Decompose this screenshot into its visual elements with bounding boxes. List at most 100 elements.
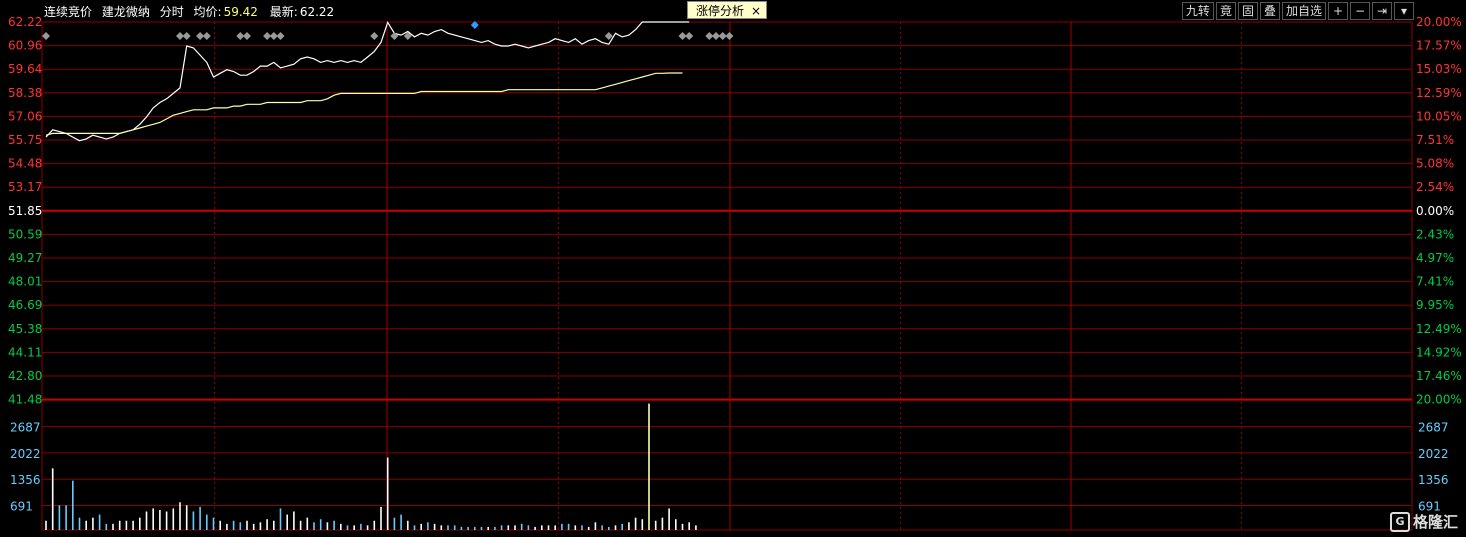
volume-bar (507, 525, 510, 530)
volume-tick-label: 2022 (10, 447, 41, 461)
event-marker-icon (182, 32, 191, 40)
volume-bar (380, 506, 382, 530)
volume-bar (561, 523, 563, 530)
volume-bar (145, 511, 148, 530)
price-tick-label: 51.85 (8, 204, 42, 218)
volume-bar (112, 523, 114, 530)
volume-bar (232, 520, 235, 530)
pct-tick-label: 12.59% (1416, 86, 1462, 100)
chevron-down-icon[interactable]: ▾ (1394, 2, 1414, 20)
volume-bar (554, 525, 556, 530)
price-tick-label: 55.75 (8, 133, 42, 147)
volume-bar (527, 525, 530, 530)
volume-tick-label: 2687 (1418, 421, 1449, 435)
event-marker-icon (276, 32, 285, 40)
volume-bar (427, 522, 429, 530)
volume-bar (286, 514, 288, 530)
volume-bar (386, 457, 389, 530)
gu-button[interactable]: 固 (1237, 2, 1258, 20)
volume-bar (319, 519, 322, 530)
price-tick-label: 45.38 (8, 322, 42, 336)
volume-bar (373, 520, 376, 530)
volume-bar (226, 523, 228, 530)
close-icon[interactable]: × (751, 2, 761, 20)
volume-bar (58, 505, 61, 530)
volume-bar (125, 520, 128, 530)
chart-header: 连续竞价 建龙微纳 分时 均价: 59.42 最新: 62.22 (44, 3, 342, 19)
volume-bar (192, 511, 195, 530)
stock-name: 建龙微纳 (101, 5, 150, 19)
volume-bar (614, 525, 617, 530)
volume-bar (293, 511, 295, 530)
event-marker-icon (243, 32, 251, 40)
volume-bar (259, 522, 262, 530)
volume-bar (326, 522, 329, 530)
mode-label: 连续竞价 (44, 5, 93, 19)
price-tick-label: 54.48 (8, 157, 42, 171)
volume-bar (494, 526, 496, 530)
volume-bar (279, 508, 282, 530)
overlay-button[interactable]: 叠 (1259, 2, 1280, 20)
chart-toolbar: 九转 竟 固 叠 加自选 + − ⇥ ▾ (1180, 2, 1414, 20)
pct-tick-label: 15.03% (1416, 62, 1462, 76)
pct-tick-label: 20.00% (1416, 15, 1462, 29)
volume-bar (681, 523, 684, 530)
pct-tick-label: 0.00% (1416, 204, 1454, 218)
volume-bar (366, 525, 369, 530)
volume-bar (574, 525, 577, 530)
event-marker-icon (370, 32, 379, 40)
volume-bar (547, 525, 550, 530)
jing-button[interactable]: 竟 (1215, 2, 1236, 20)
volume-bar (172, 508, 175, 530)
intraday-chart[interactable]: 62.22 20.00% 60.96 17.57% 59.64 15.03% 58.38 12… (0, 0, 1466, 537)
plus-icon[interactable]: + (1328, 2, 1348, 20)
volume-bar (460, 526, 463, 530)
pct-tick-label: 7.51% (1416, 133, 1454, 147)
event-marker-icon (390, 32, 399, 40)
volume-bar (132, 520, 134, 530)
price-tick-label: 41.48 (8, 393, 42, 407)
volume-bar (601, 525, 603, 530)
volume-bar (239, 522, 242, 530)
pct-tick-label: 2.54% (1416, 180, 1454, 194)
chart-frame (41, 21, 1413, 531)
limit-up-analysis-tab[interactable]: 涨停分析 × (687, 1, 767, 19)
pct-tick-label: 7.41% (1416, 275, 1454, 289)
price-tick-label: 62.22 (8, 15, 42, 29)
volume-bar (199, 506, 201, 530)
volume-bar (185, 505, 188, 530)
volume-bar (648, 403, 650, 530)
volume-bar (360, 523, 362, 530)
jiuzhuan-button[interactable]: 九转 (1181, 2, 1214, 20)
price-tick-label: 49.27 (8, 251, 42, 265)
event-marker-icon (202, 32, 211, 40)
jump-end-icon[interactable]: ⇥ (1372, 2, 1392, 20)
volume-bar (212, 517, 215, 530)
price-tick-label: 48.01 (8, 275, 42, 289)
volume-tick-label: 2687 (10, 421, 41, 435)
logo-mark: G (1389, 511, 1410, 532)
volume-bar (340, 523, 342, 530)
avg-price-value: 59.42 (223, 5, 258, 19)
pct-tick-label: 17.57% (1416, 39, 1462, 53)
minus-icon[interactable]: − (1350, 2, 1370, 20)
volume-bar (567, 523, 570, 530)
pct-tick-label: 9.95% (1416, 298, 1454, 312)
volume-bar (621, 523, 623, 530)
volume-bar (541, 525, 543, 530)
tab-label: 涨停分析 (696, 4, 745, 18)
price-tick-label: 58.38 (8, 86, 42, 100)
volume-bar (252, 523, 255, 530)
price-tick-label: 57.06 (8, 109, 42, 123)
pct-tick-label: 17.46% (1416, 369, 1462, 383)
volume-bar (306, 517, 309, 530)
volume-bar (447, 525, 449, 530)
volume-bar (413, 525, 416, 530)
volume-bar (165, 511, 168, 530)
price-tick-label: 42.80 (8, 369, 42, 383)
add-watchlist-button[interactable]: 加自选 (1281, 2, 1326, 20)
view-label: 分时 (159, 5, 184, 19)
volume-bar (299, 520, 302, 530)
volume-bar (514, 525, 516, 530)
price-tick-label: 50.59 (8, 227, 42, 241)
